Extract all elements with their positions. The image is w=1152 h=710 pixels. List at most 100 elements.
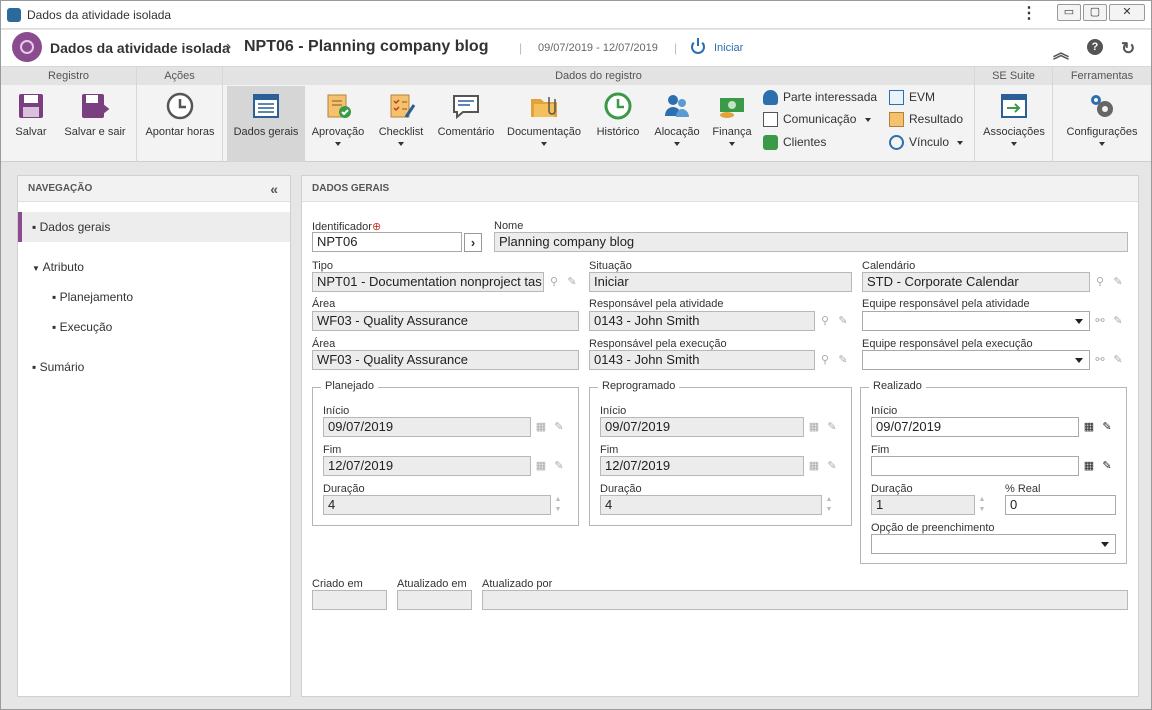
- planned-start-field[interactable]: 09/07/2019: [323, 417, 531, 437]
- clear-icon[interactable]: ✎: [1099, 458, 1115, 474]
- calendar-label: Calendário: [862, 260, 916, 272]
- communication-icon: [763, 112, 778, 127]
- stepper-icon[interactable]: ▲ ▼: [975, 495, 989, 515]
- responsible-execution-field[interactable]: 0143 - John Smith: [589, 350, 815, 370]
- search-icon[interactable]: ⚲: [817, 313, 833, 329]
- checklist-button[interactable]: Checklist: [371, 86, 431, 162]
- clear-icon[interactable]: ✎: [824, 419, 840, 435]
- created-on-field[interactable]: [312, 590, 387, 610]
- settings-button[interactable]: Configurações: [1057, 86, 1147, 162]
- link-button[interactable]: Vínculo: [889, 134, 969, 152]
- power-icon[interactable]: [691, 38, 705, 54]
- stepper-icon[interactable]: ▲ ▼: [822, 495, 836, 515]
- clear-icon[interactable]: ✎: [1099, 419, 1115, 435]
- panel-header: DADOS GERAIS: [302, 176, 1138, 202]
- collapse-header-icon[interactable]: ︽: [1053, 39, 1069, 63]
- refresh-icon[interactable]: ↻: [1121, 39, 1135, 59]
- approval-button[interactable]: Aprovação: [307, 86, 369, 162]
- clear-icon[interactable]: ✎: [564, 274, 580, 290]
- help-icon[interactable]: ?: [1087, 39, 1103, 55]
- clear-icon[interactable]: ✎: [1110, 313, 1126, 329]
- general-data-panel: DADOS GERAIS Identificador⊕ NPT06 › Nome…: [301, 175, 1139, 697]
- updated-on-label: Atualizado em: [397, 578, 467, 590]
- rescheduled-start-field[interactable]: 09/07/2019: [600, 417, 804, 437]
- clear-icon[interactable]: ✎: [551, 458, 567, 474]
- rescheduled-duration-field[interactable]: 4: [600, 495, 822, 515]
- general-data-button[interactable]: Dados gerais: [227, 86, 305, 162]
- associations-button[interactable]: Associações: [978, 86, 1050, 162]
- clear-icon[interactable]: ✎: [1110, 274, 1126, 290]
- planned-duration-field[interactable]: 4: [323, 495, 551, 515]
- nav-item-sumario[interactable]: ▪ Sumário: [18, 352, 290, 382]
- more-options-icon[interactable]: ⋮: [1021, 6, 1037, 22]
- save-and-exit-button[interactable]: Salvar e sair: [59, 86, 131, 162]
- identifier-field[interactable]: NPT06: [312, 232, 462, 252]
- status-field[interactable]: Iniciar: [589, 272, 852, 292]
- actual-end-field[interactable]: [871, 456, 1079, 476]
- binoculars-icon[interactable]: ⚯: [1092, 313, 1108, 329]
- next-arrow-button[interactable]: ›: [464, 233, 482, 252]
- communication-button[interactable]: Comunicação: [763, 111, 873, 129]
- close-button[interactable]: ✕: [1109, 4, 1145, 21]
- status-action[interactable]: Iniciar: [714, 42, 743, 54]
- planned-end-field[interactable]: 12/07/2019: [323, 456, 531, 476]
- panel-title: DADOS GERAIS: [312, 183, 390, 194]
- nav-item-execucao[interactable]: ▪ Execução: [18, 312, 290, 342]
- search-icon[interactable]: ⚲: [817, 352, 833, 368]
- calendar-icon[interactable]: ▦: [533, 458, 549, 474]
- calendar-icon[interactable]: ▦: [806, 419, 822, 435]
- save-button[interactable]: Salvar: [5, 86, 57, 162]
- calendar-icon[interactable]: ▦: [806, 458, 822, 474]
- comment-button[interactable]: Comentário: [433, 86, 499, 162]
- fill-option-select[interactable]: [871, 534, 1116, 554]
- area-execution-field[interactable]: WF03 - Quality Assurance: [312, 350, 579, 370]
- calendar-icon[interactable]: ▦: [533, 419, 549, 435]
- finance-button[interactable]: Finança: [707, 86, 757, 162]
- result-button[interactable]: Resultado: [889, 111, 969, 129]
- documentation-button[interactable]: Documentação: [501, 86, 587, 162]
- history-button[interactable]: Histórico: [589, 86, 647, 162]
- nav-item-atributo[interactable]: ▼ Atributo: [18, 252, 290, 282]
- rescheduled-end-field[interactable]: 12/07/2019: [600, 456, 804, 476]
- team-activity-select[interactable]: [862, 311, 1090, 331]
- folder-icon: [531, 97, 557, 117]
- stakeholder-button[interactable]: Parte interessada: [763, 89, 883, 107]
- clear-icon[interactable]: ✎: [835, 313, 851, 329]
- updated-by-field[interactable]: [482, 590, 1128, 610]
- clear-icon[interactable]: ✎: [551, 419, 567, 435]
- responsible-activity-field[interactable]: 0143 - John Smith: [589, 311, 815, 331]
- calendar-field[interactable]: STD - Corporate Calendar: [862, 272, 1090, 292]
- name-field[interactable]: Planning company blog: [494, 232, 1128, 252]
- evm-button[interactable]: EVM: [889, 89, 959, 107]
- collapse-panel-icon[interactable]: «: [270, 176, 278, 202]
- maximize-button[interactable]: ▢: [1083, 4, 1107, 21]
- clear-icon[interactable]: ✎: [824, 458, 840, 474]
- area-field[interactable]: WF03 - Quality Assurance: [312, 311, 579, 331]
- responsible-activity-label: Responsável pela atividade: [589, 298, 724, 310]
- actual-duration-field[interactable]: 1: [871, 495, 975, 515]
- search-icon[interactable]: ⚲: [1092, 274, 1108, 290]
- team-execution-select[interactable]: [862, 350, 1090, 370]
- calendar-icon[interactable]: ▦: [1081, 419, 1097, 435]
- planned-fieldset: Planejado Início 09/07/2019 ▦ ✎ Fim 12/0…: [312, 380, 579, 526]
- approval-label: Aprovação: [311, 126, 365, 138]
- type-field[interactable]: NPT01 - Documentation nonproject tas: [312, 272, 544, 292]
- binoculars-icon[interactable]: ⚯: [1092, 352, 1108, 368]
- nav-item-dados-gerais[interactable]: ▪ Dados gerais: [18, 212, 290, 242]
- actual-start-field[interactable]: 09/07/2019: [871, 417, 1079, 437]
- communication-label: Comunicação: [783, 112, 857, 126]
- log-hours-button[interactable]: Apontar horas: [141, 86, 219, 162]
- allocation-label: Alocação: [654, 126, 700, 138]
- allocation-button[interactable]: Alocação: [649, 86, 705, 162]
- stepper-icon[interactable]: ▲ ▼: [551, 495, 565, 515]
- updated-on-field[interactable]: [397, 590, 472, 610]
- nav-item-planejamento[interactable]: ▪ Planejamento: [18, 282, 290, 312]
- percent-real-field[interactable]: 0: [1005, 495, 1116, 515]
- group-title: SE Suite: [975, 67, 1052, 85]
- clear-icon[interactable]: ✎: [1110, 352, 1126, 368]
- clear-icon[interactable]: ✎: [835, 352, 851, 368]
- clients-button[interactable]: Clientes: [763, 134, 853, 152]
- search-icon[interactable]: ⚲: [546, 274, 562, 290]
- minimize-button[interactable]: ▭: [1057, 4, 1081, 21]
- calendar-icon[interactable]: ▦: [1081, 458, 1097, 474]
